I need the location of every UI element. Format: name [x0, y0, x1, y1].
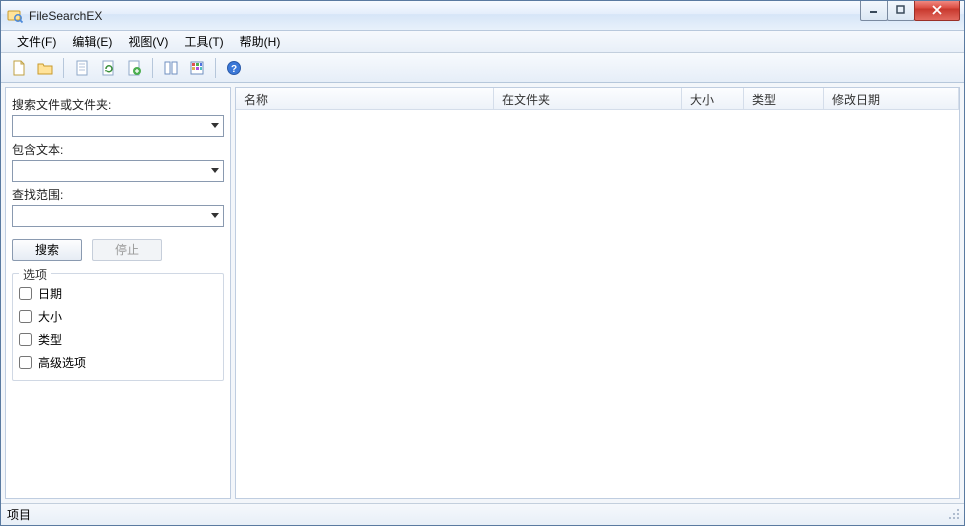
- results-panel: 名称 在文件夹 大小 类型 修改日期: [235, 87, 960, 499]
- search-label: 搜索文件或文件夹:: [12, 96, 224, 113]
- statusbar: 项目: [1, 503, 964, 525]
- menu-file[interactable]: 文件(F): [9, 31, 64, 52]
- check-size-label: 大小: [38, 308, 62, 325]
- contains-label: 包含文本:: [12, 141, 224, 158]
- button-row: 搜索 停止: [12, 239, 224, 261]
- col-name[interactable]: 名称: [236, 88, 494, 109]
- menu-tools[interactable]: 工具(T): [176, 31, 231, 52]
- stop-button: 停止: [92, 239, 162, 261]
- chevron-down-icon[interactable]: [207, 206, 223, 226]
- close-button[interactable]: [914, 1, 960, 21]
- minimize-button[interactable]: [860, 1, 888, 21]
- check-advanced[interactable]: 高级选项: [19, 351, 217, 374]
- menubar: 文件(F) 编辑(E) 视图(V) 工具(T) 帮助(H): [1, 31, 964, 53]
- check-advanced-box[interactable]: [19, 356, 32, 369]
- menu-view[interactable]: 视图(V): [120, 31, 176, 52]
- resize-grip[interactable]: [946, 506, 962, 522]
- open-folder-icon[interactable]: [33, 56, 57, 80]
- menu-help[interactable]: 帮助(H): [232, 31, 289, 52]
- check-type[interactable]: 类型: [19, 328, 217, 351]
- toolbar-separator: [63, 58, 64, 78]
- check-date-label: 日期: [38, 285, 62, 302]
- options-legend: 选项: [19, 266, 51, 283]
- menu-edit[interactable]: 编辑(E): [64, 31, 120, 52]
- window-title: FileSearchEX: [29, 9, 861, 23]
- col-type[interactable]: 类型: [744, 88, 824, 109]
- titlebar: FileSearchEX: [1, 1, 964, 31]
- toolbar-separator: [152, 58, 153, 78]
- contains-field[interactable]: [13, 161, 207, 181]
- main-area: 搜索文件或文件夹: 包含文本: 查找范围: 搜索 停止 选项 日期: [1, 83, 964, 503]
- check-size[interactable]: 大小: [19, 305, 217, 328]
- contains-input[interactable]: [12, 160, 224, 182]
- search-input[interactable]: [12, 115, 224, 137]
- check-date[interactable]: 日期: [19, 282, 217, 305]
- options-group: 选项 日期 大小 类型 高级选项: [12, 273, 224, 381]
- columns-header: 名称 在文件夹 大小 类型 修改日期: [236, 88, 959, 110]
- page-icon[interactable]: [70, 56, 94, 80]
- page-refresh-icon[interactable]: [96, 56, 120, 80]
- chevron-down-icon[interactable]: [207, 161, 223, 181]
- search-panel: 搜索文件或文件夹: 包含文本: 查找范围: 搜索 停止 选项 日期: [5, 87, 231, 499]
- check-advanced-label: 高级选项: [38, 354, 86, 371]
- columns-icon[interactable]: [159, 56, 183, 80]
- col-size[interactable]: 大小: [682, 88, 744, 109]
- results-body[interactable]: [236, 110, 959, 498]
- toolbar-separator: [215, 58, 216, 78]
- page-add-icon[interactable]: [122, 56, 146, 80]
- check-type-box[interactable]: [19, 333, 32, 346]
- search-button[interactable]: 搜索: [12, 239, 82, 261]
- svg-text:?: ?: [231, 64, 237, 75]
- new-file-icon[interactable]: [7, 56, 31, 80]
- col-modified[interactable]: 修改日期: [824, 88, 959, 109]
- scope-input[interactable]: [12, 205, 224, 227]
- check-date-box[interactable]: [19, 287, 32, 300]
- status-text: 项目: [7, 506, 946, 523]
- scope-field[interactable]: [13, 206, 207, 226]
- check-size-box[interactable]: [19, 310, 32, 323]
- app-icon: [7, 8, 23, 24]
- search-field[interactable]: [13, 116, 207, 136]
- chevron-down-icon[interactable]: [207, 116, 223, 136]
- col-folder[interactable]: 在文件夹: [494, 88, 682, 109]
- maximize-button[interactable]: [887, 1, 915, 21]
- toolbar: ?: [1, 53, 964, 83]
- scope-label: 查找范围:: [12, 186, 224, 203]
- check-type-label: 类型: [38, 331, 62, 348]
- grid-icon[interactable]: [185, 56, 209, 80]
- window-controls: [861, 1, 964, 21]
- help-icon[interactable]: ?: [222, 56, 246, 80]
